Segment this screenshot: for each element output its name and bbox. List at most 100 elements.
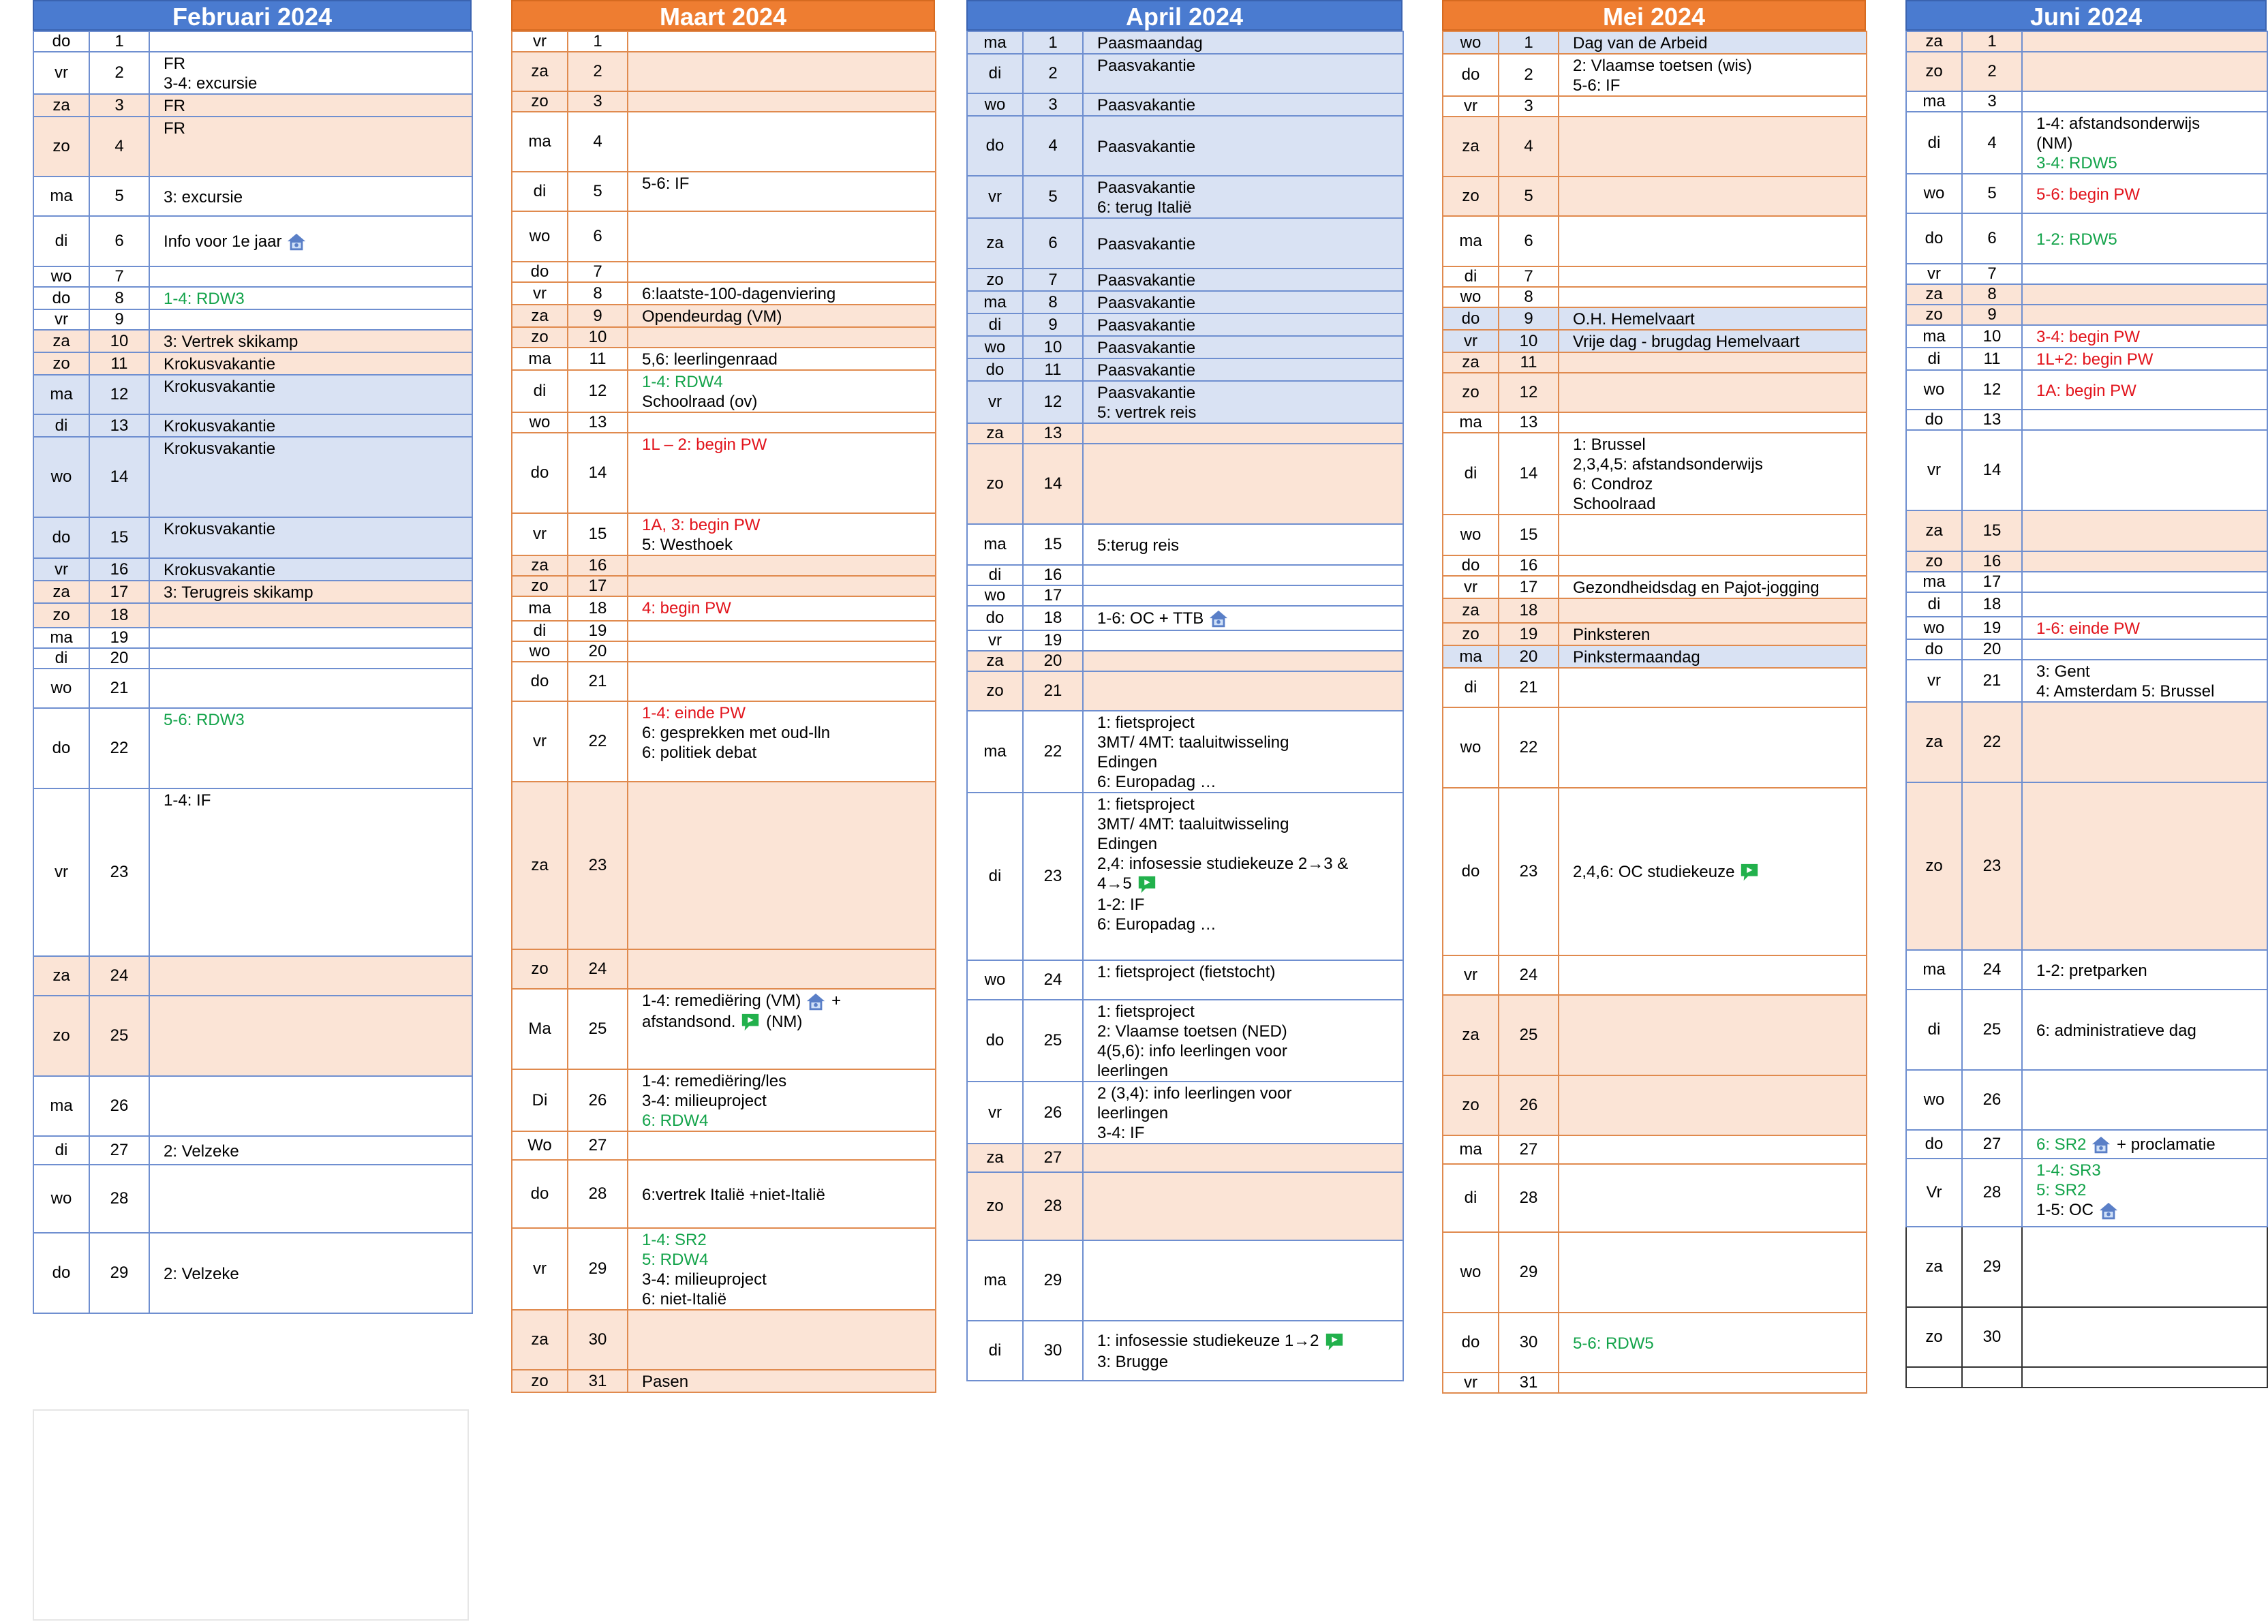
event-text: 1-4: SR2 — [642, 1231, 707, 1249]
event-cell: 5-6: IF — [627, 171, 936, 212]
home-icon — [286, 232, 307, 252]
event-cell: 1L – 2: begin PW — [627, 432, 936, 514]
weekday-cell: do — [511, 261, 568, 283]
event-cell: Paasvakantie — [1082, 217, 1404, 269]
weekday-cell: wo — [33, 668, 90, 709]
date-cell: 22 — [567, 701, 628, 782]
month-table: ma 1 Paasmaandag di 2 Paasvakantie wo 3 Paasvaka… — [966, 31, 1404, 1381]
date-cell: 3 — [1022, 93, 1084, 117]
weekday-cell: za — [966, 423, 1024, 444]
date-cell: 19 — [89, 627, 150, 649]
date-cell: 27 — [89, 1135, 150, 1165]
date-cell: 11 — [567, 347, 628, 371]
event-text: 5:terug reis — [1097, 536, 1180, 555]
weekday-cell: wo — [1905, 173, 1963, 214]
date-cell: 16 — [1498, 555, 1559, 577]
event-line: 6: Europadag … — [1097, 915, 1402, 934]
event-cell — [627, 412, 936, 433]
day-row: do 1 — [33, 31, 473, 52]
event-text: Schoolraad (ov) — [642, 393, 758, 411]
weekday-cell: ma — [33, 176, 90, 217]
event-line: Krokusvakantie — [164, 560, 471, 579]
event-cell — [2021, 1306, 2268, 1368]
date-cell: 9 — [89, 309, 150, 331]
event-line: 2: Velzeke — [164, 1264, 471, 1284]
day-row: za 2 — [511, 51, 936, 92]
date-cell: 5 — [567, 171, 628, 212]
date-cell: 25 — [1498, 994, 1559, 1076]
day-row: zo 25 — [33, 995, 473, 1077]
date-cell: 17 — [89, 580, 150, 604]
date-cell: 10 — [89, 329, 150, 353]
event-cell — [627, 949, 936, 990]
event-cell — [2021, 551, 2268, 572]
event-line: 6: politiek debat — [642, 743, 934, 763]
day-row: do 16 — [1442, 555, 1867, 577]
weekday-cell: zo — [511, 91, 568, 112]
day-row: di 25 6: administratieve dag — [1905, 989, 2268, 1071]
weekday-cell: zo — [1442, 622, 1499, 646]
weekday-cell: zo — [1905, 304, 1963, 326]
event-line: 1L+2: begin PW — [2036, 350, 2266, 369]
date-cell: 28 — [1498, 1163, 1559, 1233]
date-cell: 4 — [1498, 116, 1559, 177]
date-cell: 19 — [1022, 630, 1084, 652]
date-cell: 24 — [1022, 960, 1084, 1000]
weekday-cell: ma — [1905, 949, 1963, 990]
home-icon — [805, 992, 827, 1012]
day-row: di 16 — [966, 564, 1404, 586]
date-cell: 14 — [567, 432, 628, 514]
date-cell: 11 — [1961, 347, 2023, 371]
date-cell: 12 — [1961, 369, 2023, 410]
event-text: Paasvakantie — [1097, 271, 1196, 290]
event-cell: 1-4: SR3 5: SR2 1-5: OC — [2021, 1158, 2268, 1227]
date-cell: 28 — [1961, 1158, 2023, 1227]
date-cell: 10 — [1022, 335, 1084, 359]
date-cell: 7 — [89, 266, 150, 288]
event-cell — [627, 211, 936, 262]
day-row: wo 12 1A: begin PW — [1905, 369, 2268, 410]
weekday-cell: do — [966, 115, 1024, 177]
date-cell: 16 — [1961, 551, 2023, 572]
weekday-cell: ma — [1442, 215, 1499, 267]
event-cell: Krokusvakantie — [149, 517, 473, 559]
date-cell: 8 — [567, 281, 628, 305]
event-line: 3: Gent — [2036, 662, 2266, 681]
weekday-cell: za — [1442, 116, 1499, 177]
event-cell: 5-6: RDW5 — [1558, 1312, 1867, 1373]
weekday-cell: vr — [966, 630, 1024, 652]
event-text: 1-6: OC + TTB — [1097, 609, 1204, 628]
date-cell: 17 — [1022, 585, 1084, 607]
event-line: 5: SR2 — [2036, 1180, 2266, 1200]
weekday-cell: di — [966, 53, 1024, 94]
event-line: 2: Velzeke — [164, 1142, 471, 1161]
date-cell: 17 — [1961, 571, 2023, 593]
event-cell — [1558, 598, 1867, 624]
weekday-cell: do — [966, 999, 1024, 1082]
event-cell — [1082, 564, 1404, 586]
event-cell: 5,6: leerlingenraad — [627, 347, 936, 371]
day-row: wo 7 — [33, 266, 473, 288]
weekday-cell: za — [511, 781, 568, 950]
event-text: 1-4: remediëring (VM) — [642, 992, 801, 1010]
day-row: zo 19 Pinksteren — [1442, 622, 1867, 646]
event-cell: 3: Terugreis skikamp — [149, 580, 473, 604]
event-text: 1L – 2: begin PW — [642, 435, 767, 454]
day-row: zo 31 Pasen — [511, 1369, 936, 1393]
event-line: 3-4: IF — [1097, 1123, 1402, 1142]
date-cell: 3 — [567, 91, 628, 112]
month-table: do 1 vr 2 FR 3-4: excursie za 3 FR zo 4 FR ma 5 3: exc… — [33, 31, 473, 1314]
day-row: di 27 2: Velzeke — [33, 1135, 473, 1165]
month-table: vr 1 za 2 zo 3 ma 4 di 5 5-6: IF wo 6 do 7 vr 8 6:laatste… — [511, 31, 936, 1393]
event-cell: FR 3-4: excursie — [149, 51, 473, 95]
day-row: ma 4 — [511, 111, 936, 172]
event-line: Paasvakantie — [1097, 338, 1402, 357]
event-line: 1: fietsproject (fietstocht) — [1097, 962, 1402, 982]
weekday-cell: zo — [511, 326, 568, 348]
event-line: 5: Westhoek — [642, 535, 934, 554]
event-cell — [2021, 429, 2268, 511]
event-cell: 1-6: OC + TTB — [1082, 605, 1404, 631]
day-row: wo 1 Dag van de Arbeid — [1442, 31, 1867, 55]
day-row: zo 5 — [1442, 176, 1867, 217]
day-row: za 1 — [1905, 31, 2268, 52]
